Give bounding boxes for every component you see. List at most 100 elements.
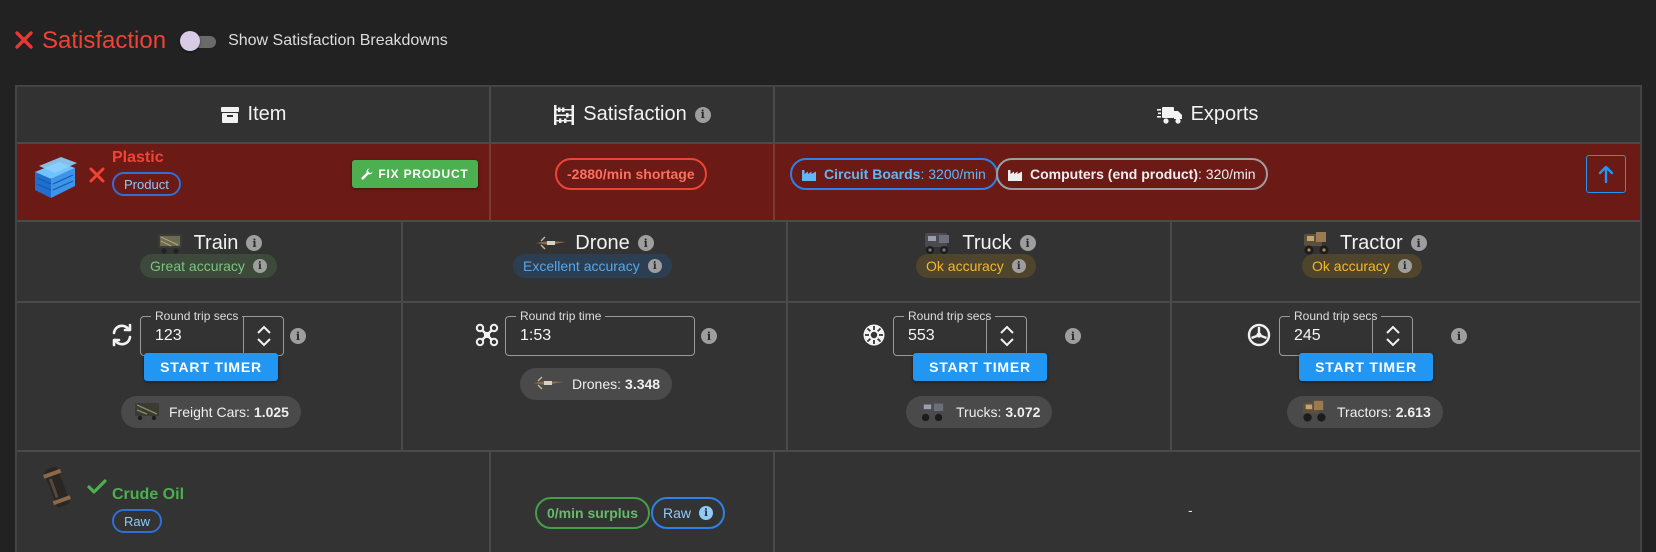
count-value: 3.348 <box>625 376 661 392</box>
column-label: Satisfaction <box>583 103 687 125</box>
crude-oil-item-icon <box>37 463 77 516</box>
round-trip-input-truck[interactable]: Round trip secs 553 <box>893 309 1027 356</box>
surplus-badge: 0/min surplus <box>535 497 651 529</box>
count-label: Drones: <box>572 376 622 392</box>
item-tag-product: Product <box>112 172 181 196</box>
truck-icon <box>918 399 948 426</box>
plastic-item-icon <box>31 154 79 205</box>
abacus-icon <box>553 104 575 126</box>
chevron-up-icon[interactable] <box>1385 325 1401 335</box>
info-icon[interactable]: i <box>252 259 267 273</box>
industry-icon <box>802 168 816 181</box>
info-icon[interactable]: i <box>694 106 711 123</box>
page-title: Satisfaction <box>42 27 167 54</box>
vehicle-name: Tractor <box>1340 231 1403 254</box>
drone-icon <box>535 236 567 250</box>
info-icon[interactable]: i <box>246 235 263 251</box>
count-chip-tractor: Tractors: 2.613 <box>1287 396 1443 428</box>
train-icon <box>156 231 186 255</box>
field-label: Round trip secs <box>151 309 243 323</box>
export-name: Circuit Boards <box>824 166 921 182</box>
fix-product-label: FIX PRODUCT <box>378 167 469 181</box>
stepper[interactable] <box>1372 317 1412 355</box>
steering-wheel-icon <box>1247 323 1271 352</box>
stepper[interactable] <box>243 317 283 355</box>
chevron-down-icon[interactable] <box>999 337 1015 347</box>
item-name-plastic: Plastic <box>112 149 164 166</box>
raw-label: Raw <box>663 505 692 521</box>
item-name-crude-oil: Crude Oil <box>112 486 185 503</box>
column-header-exports: Exports <box>775 87 1640 142</box>
field-value: 1:53 <box>520 327 552 344</box>
exports-empty: - <box>1188 502 1193 518</box>
fix-product-button[interactable]: FIX PRODUCT <box>352 160 478 188</box>
field-label: Round trip secs <box>1290 309 1382 323</box>
close-icon <box>14 28 36 54</box>
count-label: Trucks: <box>956 404 1002 420</box>
info-icon[interactable]: i <box>1451 328 1467 344</box>
info-icon[interactable]: i <box>1019 235 1036 251</box>
chevron-down-icon[interactable] <box>256 337 272 347</box>
round-trip-input-drone[interactable]: Round trip time 1:53 <box>505 309 695 356</box>
column-header-item: Item <box>17 87 489 142</box>
export-chip-computers[interactable]: Computers (end product): 320/min <box>996 158 1268 190</box>
stepper[interactable] <box>986 317 1026 355</box>
count-chip-truck: Trucks: 3.072 <box>906 396 1053 428</box>
field-value: 245 <box>1294 327 1321 344</box>
column-header-satisfaction: Satisfaction i <box>491 87 773 142</box>
info-icon[interactable]: i <box>1011 259 1026 273</box>
info-icon[interactable]: i <box>701 328 717 344</box>
column-label: Exports <box>1190 103 1259 125</box>
export-rate: 3200/min <box>928 166 986 182</box>
check-icon <box>87 479 107 500</box>
info-icon[interactable]: i <box>290 328 306 344</box>
field-value: 123 <box>155 327 182 344</box>
freight-car-icon <box>133 401 161 424</box>
export-rate: 320/min <box>1205 166 1256 182</box>
info-icon[interactable]: i <box>1065 328 1081 344</box>
accuracy-badge-truck: Ok accuracy i <box>916 254 1036 278</box>
accuracy-label: Ok accuracy <box>926 258 1004 274</box>
start-timer-button-train[interactable]: START TIMER <box>144 353 278 381</box>
tractor-icon <box>1299 399 1329 426</box>
vehicle-name: Train <box>193 231 239 254</box>
chevron-up-icon[interactable] <box>999 325 1015 335</box>
truck-fast-icon <box>1156 105 1183 125</box>
sync-icon <box>110 323 134 352</box>
round-trip-input-train[interactable]: Round trip secs 123 <box>140 309 284 356</box>
round-trip-input-tractor[interactable]: Round trip secs 245 <box>1279 309 1413 356</box>
info-icon[interactable]: i <box>647 259 662 273</box>
breakdown-toggle[interactable] <box>180 31 220 51</box>
column-label: Item <box>247 103 287 125</box>
info-icon[interactable]: i <box>1397 259 1412 273</box>
status-x-icon <box>89 167 105 188</box>
raw-badge: Raw i <box>651 497 726 529</box>
box-icon <box>220 105 240 125</box>
arrow-up-icon <box>1598 165 1614 183</box>
info-icon[interactable]: i <box>637 235 654 251</box>
scroll-up-button[interactable] <box>1586 155 1626 193</box>
drone-icon <box>475 323 499 352</box>
item-tag-raw: Raw <box>112 509 163 533</box>
accuracy-label: Ok accuracy <box>1312 258 1390 274</box>
info-icon[interactable]: i <box>1410 235 1427 251</box>
chevron-up-icon[interactable] <box>256 325 272 335</box>
count-label: Freight Cars: <box>169 404 250 420</box>
start-timer-button-truck[interactable]: START TIMER <box>913 353 1047 381</box>
wrench-icon <box>361 168 373 180</box>
drone-icon <box>532 376 564 393</box>
accuracy-badge-train: Great accuracy i <box>140 254 277 278</box>
count-value: 2.613 <box>1395 404 1431 420</box>
toggle-label: Show Satisfaction Breakdowns <box>228 32 448 49</box>
field-label: Round trip time <box>516 309 606 323</box>
count-label: Tractors: <box>1337 404 1392 420</box>
tractor-icon <box>1300 230 1332 256</box>
gear-icon <box>862 323 886 352</box>
start-timer-button-tractor[interactable]: START TIMER <box>1299 353 1433 381</box>
field-label: Round trip secs <box>904 309 996 323</box>
vehicle-name: Truck <box>962 231 1012 254</box>
truck-icon <box>922 230 954 256</box>
chevron-down-icon[interactable] <box>1385 337 1401 347</box>
export-chip-circuit-boards[interactable]: Circuit Boards: 3200/min <box>790 158 998 190</box>
info-icon[interactable]: i <box>699 506 714 520</box>
